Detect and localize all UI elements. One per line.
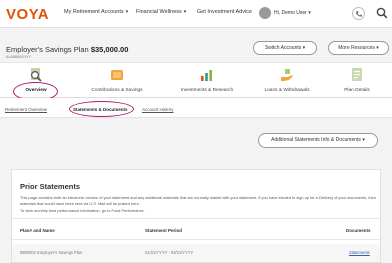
phone-icon [356, 11, 362, 17]
prior-statements-card: Prior Statements This page contains both… [11, 169, 381, 263]
hand-money-icon [281, 69, 293, 81]
phone-button[interactable] [352, 7, 365, 20]
more-resources-button[interactable]: More Resources ▾ [328, 41, 389, 55]
prior-statements-description: This page contains both an electronic ve… [20, 195, 376, 206]
chevron-down-icon: ▾ [362, 137, 365, 143]
voya-logo[interactable]: VOYA [6, 6, 49, 23]
user-menu[interactable]: Hi, Demo User ▾ [274, 10, 311, 16]
switch-accounts-button[interactable]: Switch Accounts ▾ [253, 41, 317, 55]
column-plan-name: Plan# and Name [20, 228, 55, 233]
magnifier-document-icon [30, 68, 42, 82]
coins-icon [111, 70, 123, 80]
table-header: Plan# and Name Statement Period Document… [12, 218, 380, 240]
prior-statements-title: Prior Statements [20, 182, 81, 191]
top-bar: VOYA My Retirement Accounts ▾ Financial W… [0, 0, 392, 28]
subtab-account-history[interactable]: Account History [142, 107, 174, 112]
document-icon [352, 68, 362, 81]
chevron-down-icon: ▾ [183, 9, 187, 15]
chevron-down-icon: ▾ [125, 9, 129, 15]
fund-performance-note: To view monthly fund performance informa… [20, 208, 145, 213]
nav-get-investment-advice[interactable]: Get Investment Advice [197, 9, 252, 15]
chevron-down-icon: ▾ [376, 45, 379, 51]
tab-investments-research[interactable]: Investments & Research [162, 63, 252, 99]
additional-statements-button[interactable]: Additional Statements Info & Documents ▾ [258, 133, 378, 148]
bar-chart-icon [201, 70, 212, 81]
plan-balance: $35,000.00 [90, 45, 129, 54]
tab-loans-withdrawals[interactable]: Loans & Withdrawals [252, 63, 322, 99]
nav-financial-wellness[interactable]: Financial Wellness ▾ [136, 9, 186, 15]
search-button[interactable] [375, 6, 389, 20]
column-statement-period: Statement Period [145, 228, 183, 233]
subtab-retirement-overview[interactable]: Retirement Overview [5, 107, 47, 112]
table-row: 0850002 Employer's Savings Plan 01/01/YY… [12, 244, 380, 262]
sub-tabs: Retirement Overview Statements & Documen… [0, 98, 392, 118]
plan-id: ALABB000/XYY [6, 55, 32, 59]
main-tabs: Overview Contributions & Savings Investm… [0, 62, 392, 98]
tab-plan-details[interactable]: Plan Details [322, 63, 392, 99]
chevron-down-icon: ▾ [302, 45, 306, 51]
row-period: 01/01/YYYY - 03/31/YYYY [145, 250, 194, 255]
highlight-circle [69, 101, 134, 117]
search-icon [376, 7, 388, 19]
row-plan: 0850002 Employer's Savings Plan [20, 250, 83, 255]
avatar[interactable] [259, 7, 271, 19]
tab-contributions-savings[interactable]: Contributions & Savings [72, 63, 162, 99]
chevron-down-icon: ▾ [308, 10, 311, 16]
column-documents: Documents [346, 228, 371, 233]
statements-link[interactable]: Statements [349, 250, 370, 255]
plan-title: Employer's Savings Plan $35,000.00 [6, 45, 129, 54]
nav-my-retirement-accounts[interactable]: My Retirement Accounts ▾ [64, 9, 128, 15]
